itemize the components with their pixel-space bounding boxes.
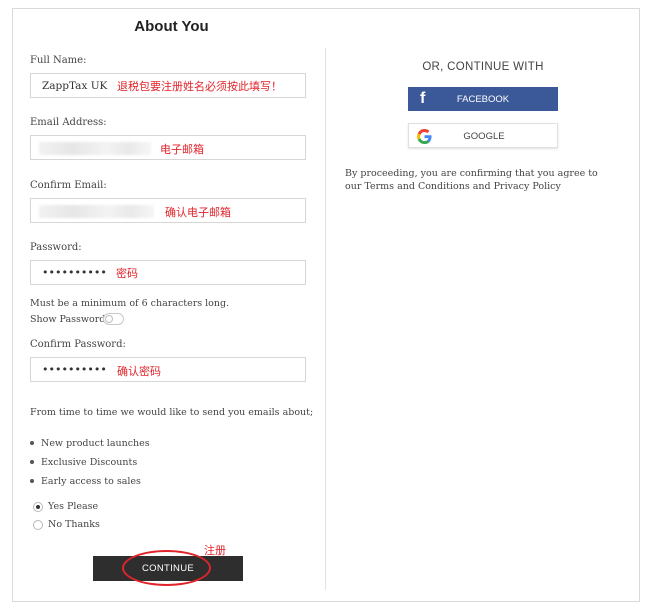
full-name-annotation: 退税包要注册姓名必须按此填写！ (117, 80, 282, 93)
email-label: Email Address: (30, 117, 107, 128)
confirm-email-annotation: 确认电子邮箱 (165, 206, 231, 219)
google-login-button[interactable]: GOOGLE (408, 123, 558, 148)
confirm-password-input[interactable]: •••••••••• (30, 357, 306, 382)
password-label: Password: (30, 242, 82, 253)
column-divider (325, 48, 326, 590)
bullet-icon (30, 459, 34, 464)
consent-text: By proceeding, you are confirming that y… (345, 168, 598, 192)
confirm-password-value: •••••••••• (42, 363, 107, 376)
page-title: About You (134, 18, 209, 35)
email-annotation: 电子邮箱 (160, 143, 204, 156)
bullet-icon (30, 440, 34, 445)
password-input[interactable]: •••••••••• (30, 260, 306, 285)
password-hint: Must be a minimum of 6 characters long. (30, 298, 230, 309)
show-password-toggle[interactable] (103, 313, 124, 325)
radio-yes-please-label[interactable]: Yes Please (48, 501, 98, 512)
confirm-password-label: Confirm Password: (30, 339, 126, 350)
confirm-password-annotation: 确认密码 (117, 365, 161, 378)
google-label: GOOGLE (463, 131, 505, 142)
social-login-title: OR, CONTINUE WITH (422, 61, 544, 73)
email-topic-item: New product launches (30, 438, 150, 449)
emails-intro-text: From time to time we would like to send … (30, 407, 314, 418)
password-annotation: 密码 (116, 267, 138, 280)
confirm-email-redacted-value (39, 205, 154, 218)
toggle-knob (105, 315, 113, 323)
show-password-label: Show Password (30, 314, 106, 325)
annotation-circle (122, 550, 211, 586)
password-value: •••••••••• (42, 266, 107, 279)
confirm-email-label: Confirm Email: (30, 180, 107, 191)
email-topic-item: Early access to sales (30, 476, 141, 487)
email-redacted-value (39, 142, 151, 155)
bullet-icon (30, 478, 34, 483)
radio-no-thanks-label[interactable]: No Thanks (48, 519, 100, 530)
facebook-login-button[interactable]: f FACEBOOK (408, 87, 558, 111)
radio-yes-please[interactable] (33, 502, 43, 512)
email-topic-item: Exclusive Discounts (30, 457, 137, 468)
radio-no-thanks[interactable] (33, 520, 43, 530)
facebook-label: FACEBOOK (456, 94, 510, 105)
full-name-value: ZappTax UK (42, 80, 108, 92)
full-name-label: Full Name: (30, 55, 87, 66)
